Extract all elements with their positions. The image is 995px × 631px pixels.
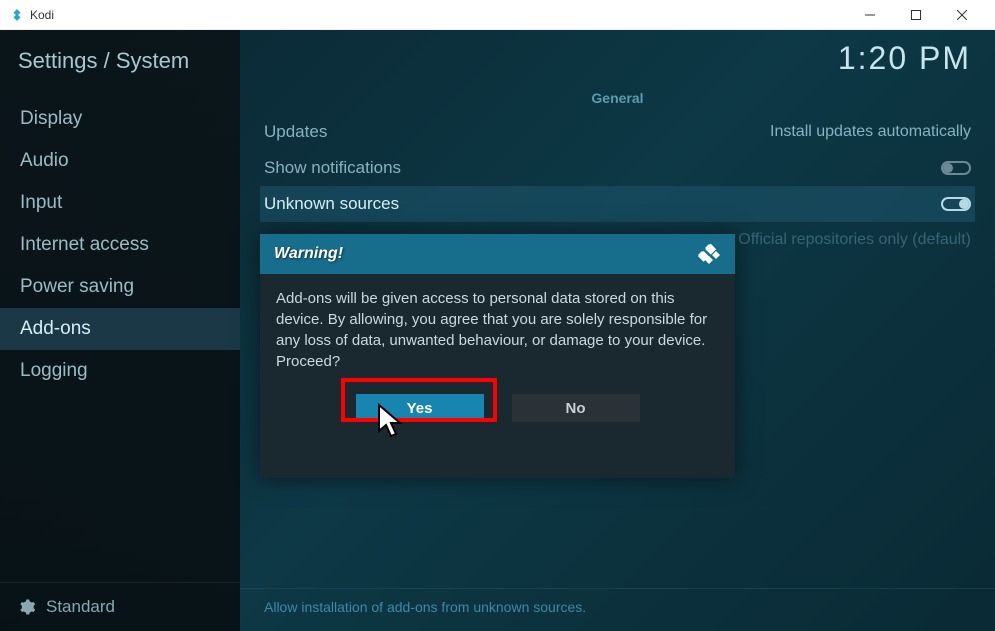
dialog-buttons: Yes No: [260, 386, 735, 478]
sidebar-item-label: Audio: [20, 150, 69, 171]
maximize-button[interactable]: [893, 0, 939, 30]
clock: 1:20 PM: [838, 40, 971, 77]
sidebar-item-input[interactable]: Input: [0, 182, 240, 224]
dialog-header: Warning!: [260, 234, 735, 274]
dialog-message: Add-ons will be given access to personal…: [260, 274, 735, 386]
setting-label: Show notifications: [264, 158, 401, 178]
setting-updates[interactable]: Updates Install updates automatically: [260, 114, 975, 150]
kodi-logo-icon: [697, 242, 721, 266]
no-button[interactable]: No: [512, 394, 640, 422]
toggle-on-icon[interactable]: [941, 197, 971, 211]
sidebar-items: Display Audio Input Internet access Powe…: [0, 98, 240, 582]
setting-value: Install updates automatically: [770, 123, 971, 141]
status-description: Allow installation of add-ons from unkno…: [240, 588, 995, 631]
sidebar-item-power-saving[interactable]: Power saving: [0, 266, 240, 308]
settings-level[interactable]: Standard: [0, 582, 240, 631]
window-controls: [847, 0, 985, 30]
minimize-button[interactable]: [847, 0, 893, 30]
section-header: General: [260, 90, 975, 106]
window-title: Kodi: [30, 8, 847, 22]
sidebar-item-display[interactable]: Display: [0, 98, 240, 140]
sidebar-item-label: Display: [20, 108, 82, 129]
kodi-logo-icon: [10, 8, 24, 22]
sidebar-item-audio[interactable]: Audio: [0, 140, 240, 182]
warning-dialog: Warning! Add-ons will be given access to…: [260, 234, 735, 478]
sidebar-item-label: Logging: [20, 360, 88, 381]
setting-label: Updates: [264, 122, 327, 142]
setting-show-notifications[interactable]: Show notifications: [260, 150, 975, 186]
dialog-title: Warning!: [274, 245, 343, 263]
setting-value: Official repositories only (default): [738, 231, 971, 249]
gear-icon: [18, 598, 36, 616]
settings-level-label: Standard: [46, 597, 115, 617]
setting-label: Unknown sources: [264, 194, 399, 214]
button-label: No: [566, 400, 586, 417]
window-titlebar: Kodi: [0, 0, 995, 30]
setting-unknown-sources[interactable]: Unknown sources: [260, 186, 975, 222]
button-label: Yes: [407, 400, 433, 417]
breadcrumb: Settings / System: [0, 30, 240, 98]
sidebar-item-label: Internet access: [20, 234, 149, 255]
sidebar: Settings / System Display Audio Input In…: [0, 30, 240, 631]
sidebar-item-internet-access[interactable]: Internet access: [0, 224, 240, 266]
sidebar-item-logging[interactable]: Logging: [0, 350, 240, 392]
yes-button[interactable]: Yes: [356, 394, 484, 422]
toggle-off-icon[interactable]: [941, 161, 971, 175]
close-button[interactable]: [939, 0, 985, 30]
sidebar-item-label: Input: [20, 192, 62, 213]
sidebar-item-label: Add-ons: [20, 318, 91, 339]
sidebar-item-add-ons[interactable]: Add-ons: [0, 308, 240, 350]
sidebar-item-label: Power saving: [20, 276, 134, 297]
